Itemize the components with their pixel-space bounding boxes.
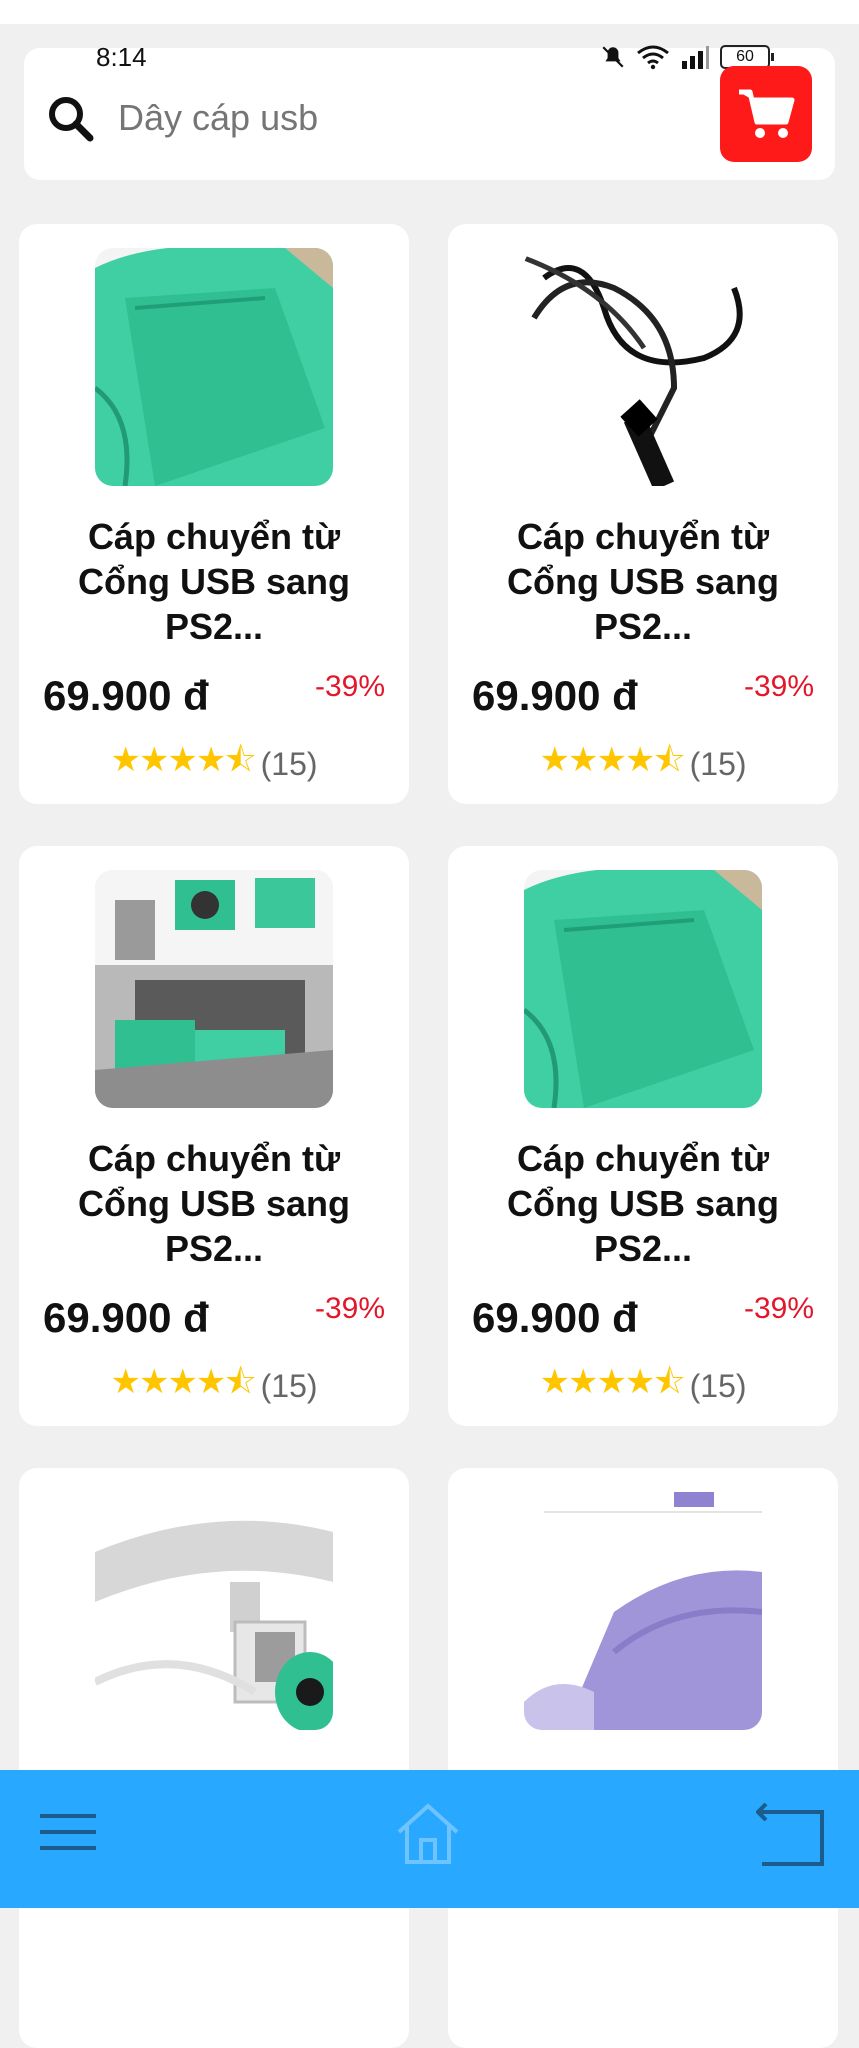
product-image-adapter-set[interactable] — [95, 870, 333, 1108]
product-title[interactable]: Cáp chuyển từ Cổng USB sang PS2... — [468, 1136, 818, 1271]
product-price: 69.900 đ — [43, 672, 209, 719]
rating-count: (15) — [260, 1368, 318, 1404]
product-title[interactable]: Cáp chuyển từ Cổng USB sang PS2... — [39, 1136, 389, 1271]
product-price: 69.900 đ — [472, 1294, 638, 1341]
mute-icon — [602, 46, 624, 68]
rating-stars: ★★★★⯪ — [110, 1363, 256, 1401]
rating-stars: ★★★★⯪ — [110, 741, 256, 779]
bottom-navigation — [0, 1770, 859, 1908]
menu-icon[interactable] — [34, 1798, 104, 1868]
discount-badge: -39% — [314, 670, 385, 703]
product-card[interactable]: Cáp chuyển từ Cổng USB sang PS2... 69.90… — [19, 224, 409, 804]
product-card[interactable] — [19, 1468, 409, 2048]
search-input[interactable] — [116, 92, 680, 144]
discount-badge: -39% — [314, 1292, 385, 1325]
product-rating: ★★★★⯪ (15) — [448, 736, 838, 793]
product-card[interactable]: Cáp chuyển từ Cổng USB sang PS2... 69.90… — [448, 224, 838, 804]
status-time: 8:14 — [96, 42, 147, 72]
product-price: 69.900 đ — [472, 672, 638, 719]
product-rating: ★★★★⯪ (15) — [19, 736, 409, 793]
cart-button[interactable] — [720, 66, 812, 162]
cart-icon — [739, 89, 795, 138]
discount-badge: -39% — [743, 1292, 814, 1325]
product-image-black-cable[interactable] — [524, 248, 762, 486]
wifi-icon — [637, 45, 669, 70]
product-title[interactable]: Cáp chuyển từ Cổng USB sang PS2... — [39, 514, 389, 649]
rating-count: (15) — [689, 1368, 747, 1404]
product-card[interactable]: Cáp chuyển từ Cổng USB sang PS2... 69.90… — [448, 846, 838, 1426]
product-image-adapter-green[interactable] — [95, 248, 333, 486]
rating-stars: ★★★★⯪ — [539, 1363, 685, 1401]
discount-badge: -39% — [743, 670, 814, 703]
product-rating: ★★★★⯪ (15) — [19, 1358, 409, 1415]
product-image-purple-adapter[interactable] — [524, 1492, 762, 1730]
search-icon[interactable] — [46, 94, 94, 142]
product-price: 69.900 đ — [43, 1294, 209, 1341]
battery-level: 60 — [736, 48, 754, 65]
product-card[interactable]: Cáp chuyển từ Cổng USB sang PS2... 69.90… — [19, 846, 409, 1426]
rating-count: (15) — [689, 746, 747, 782]
product-title[interactable]: Cáp chuyển từ Cổng USB sang PS2... — [468, 514, 818, 649]
rating-stars: ★★★★⯪ — [539, 741, 685, 779]
product-card[interactable] — [448, 1468, 838, 2048]
product-rating: ★★★★⯪ (15) — [448, 1358, 838, 1415]
product-image-white-cable[interactable] — [95, 1492, 333, 1730]
top-strip — [0, 0, 859, 24]
rating-count: (15) — [260, 746, 318, 782]
signal-icon — [682, 46, 709, 69]
product-image-adapter-green[interactable] — [524, 870, 762, 1108]
back-icon[interactable] — [756, 1798, 826, 1868]
home-icon[interactable] — [393, 1798, 463, 1868]
